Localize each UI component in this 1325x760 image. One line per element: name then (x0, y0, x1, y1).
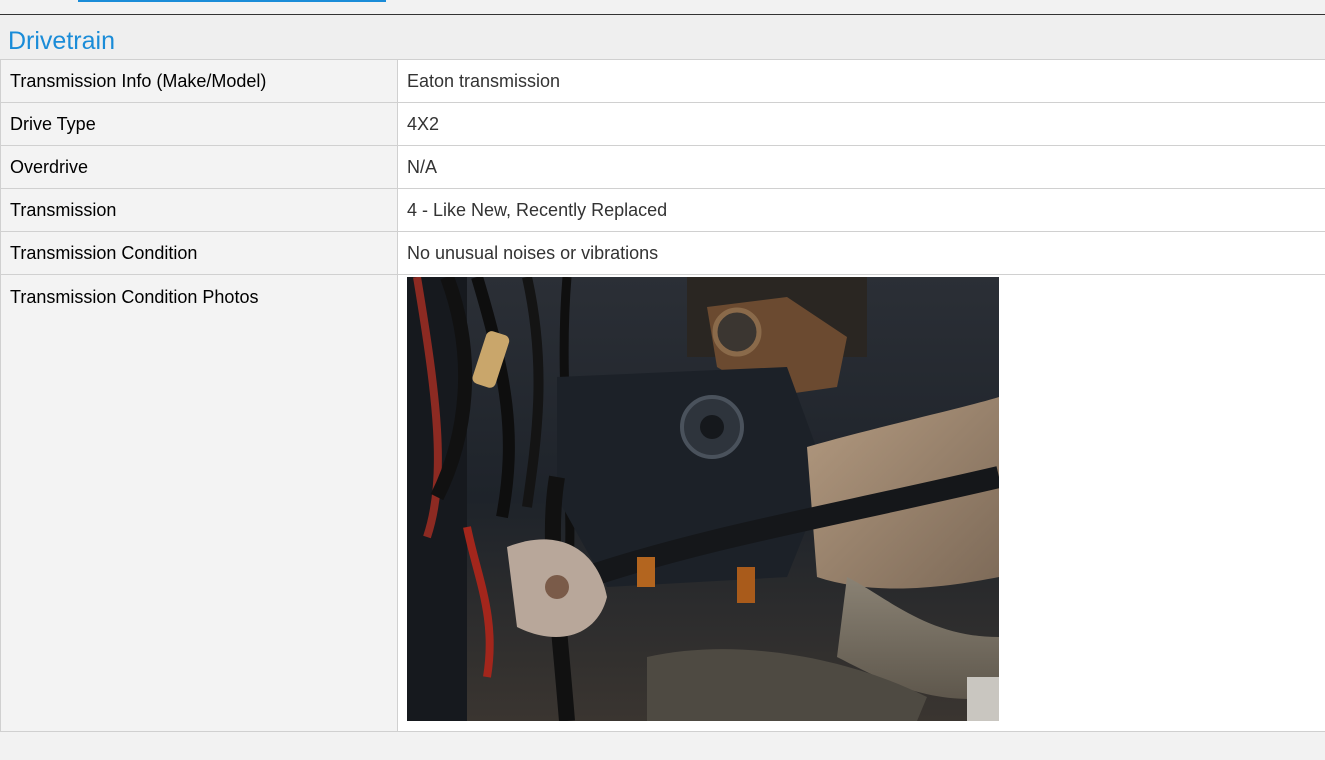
field-value: N/A (397, 145, 1325, 189)
field-value: 4 - Like New, Recently Replaced (397, 188, 1325, 232)
drivetrain-table: Transmission Info (Make/Model) Eaton tra… (0, 59, 1325, 732)
table-row: Drive Type 4X2 (0, 102, 1325, 146)
field-label: Transmission Condition Photos (0, 274, 398, 732)
field-label: Transmission Condition (0, 231, 398, 275)
report-page: Drivetrain Transmission Info (Make/Model… (0, 0, 1325, 760)
field-value: No unusual noises or vibrations (397, 231, 1325, 275)
table-row: Transmission 4 - Like New, Recently Repl… (0, 188, 1325, 232)
transmission-condition-photo[interactable] (407, 277, 999, 721)
field-label: Overdrive (0, 145, 398, 189)
field-value: 4X2 (397, 102, 1325, 146)
field-label: Drive Type (0, 102, 398, 146)
section-title: Drivetrain (8, 27, 115, 55)
table-row: Transmission Condition No unusual noises… (0, 231, 1325, 275)
section-header (0, 15, 1325, 59)
field-label: Transmission Info (Make/Model) (0, 59, 398, 103)
top-tab-accent (78, 0, 386, 2)
table-row: Transmission Condition Photos (0, 274, 1325, 732)
table-row: Transmission Info (Make/Model) Eaton tra… (0, 59, 1325, 103)
table-row: Overdrive N/A (0, 145, 1325, 189)
photo-cell (397, 274, 1325, 732)
field-value: Eaton transmission (397, 59, 1325, 103)
field-label: Transmission (0, 188, 398, 232)
